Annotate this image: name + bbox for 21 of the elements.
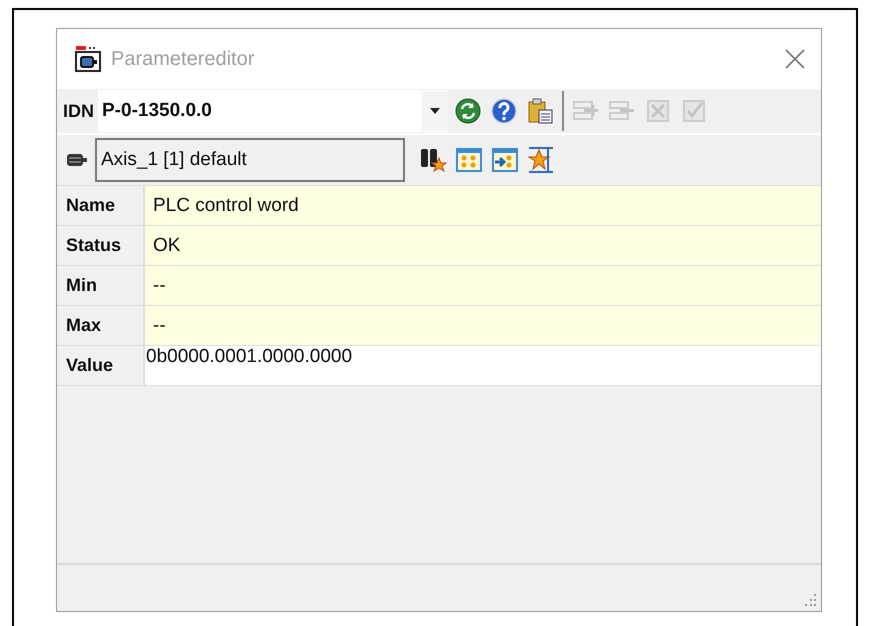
idn-combo-box[interactable]: P-0-1350.0.0 (98, 90, 448, 132)
motor-icon (65, 153, 87, 167)
motor-window-icon (75, 45, 103, 73)
arrow-star-grid-icon[interactable] (491, 146, 519, 174)
value-cell: -- (145, 266, 821, 306)
star-arrows-icon[interactable] (527, 146, 555, 174)
close-button[interactable] (783, 47, 807, 71)
value-field[interactable]: 0b0000.0001.0000.0000 (145, 346, 821, 386)
resize-grip-icon[interactable] (803, 593, 817, 607)
star-grid-icon[interactable] (455, 146, 483, 174)
window-title: Parametereditor (111, 48, 256, 70)
idn-label: IDN (62, 100, 95, 122)
value-cell: PLC control word (145, 186, 821, 226)
refresh-icon[interactable] (454, 97, 482, 125)
dropdown-caret-icon[interactable] (430, 108, 440, 114)
value-cell: OK (145, 226, 821, 266)
clipboard-icon[interactable] (526, 97, 554, 125)
help-icon[interactable] (490, 97, 518, 125)
axis-field[interactable]: Axis_1 [1] default (95, 138, 405, 182)
value-cell: -- (145, 306, 821, 346)
binoculars-star-icon[interactable] (419, 146, 447, 174)
